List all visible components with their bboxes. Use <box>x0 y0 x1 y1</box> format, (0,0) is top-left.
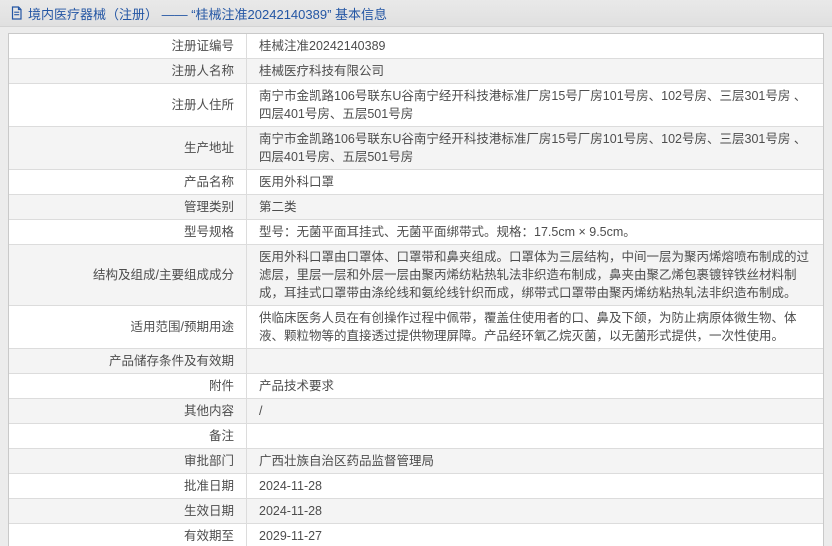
row-value: 2029-11-27 <box>247 524 823 546</box>
row-value: 桂械注准20242140389 <box>247 34 823 58</box>
row-label: 产品储存条件及有效期 <box>9 349 247 373</box>
row-value-text: / <box>259 404 262 418</box>
row-value: 医用外科口罩 <box>247 170 823 194</box>
row-value <box>247 433 823 439</box>
row-value-text: 2024-11-28 <box>259 479 322 493</box>
table-row: 备注 <box>9 424 823 449</box>
row-label-text: 产品名称 <box>184 173 234 191</box>
row-label-text: 结构及组成/主要组成成分 <box>93 266 234 284</box>
row-label: 注册人住所 <box>9 84 247 126</box>
page-header: 境内医疗器械（注册） —— “桂械注准20242140389” 基本信息 <box>0 0 832 27</box>
row-label: 产品名称 <box>9 170 247 194</box>
row-label-text: 备注 <box>209 427 234 445</box>
row-label-text: 生产地址 <box>184 139 234 157</box>
row-value-text: 产品技术要求 <box>259 379 334 393</box>
row-label-text: 适用范围/预期用途 <box>131 318 234 336</box>
table-row: 管理类别 第二类 <box>9 195 823 220</box>
row-label-text: 注册人名称 <box>171 62 234 80</box>
row-value-text: 供临床医务人员在有创操作过程中佩带，覆盖住使用者的口、鼻及下颌，为防止病原体微生… <box>259 311 797 343</box>
row-label-text: 批准日期 <box>184 477 234 495</box>
row-label: 其他内容 <box>9 399 247 423</box>
row-value-text: 2029-11-27 <box>259 529 322 543</box>
table-row: 生效日期 2024-11-28 <box>9 499 823 524</box>
row-label-text: 注册人住所 <box>171 96 234 114</box>
row-value-text: 南宁市金凯路106号联东U谷南宁经开科技港标准厂房15号厂房101号房、102号… <box>259 89 806 121</box>
row-value-text: 型号：无菌平面耳挂式、无菌平面绑带式。规格：17.5cm × 9.5cm。 <box>259 225 636 239</box>
table-row: 产品名称 医用外科口罩 <box>9 170 823 195</box>
row-value: 医用外科口罩由口罩体、口罩带和鼻夹组成。口罩体为三层结构，中间一层为聚丙烯熔喷布… <box>247 245 823 305</box>
row-value-text: 2024-11-28 <box>259 504 322 518</box>
row-label: 型号规格 <box>9 220 247 244</box>
row-value: 2024-11-28 <box>247 474 823 498</box>
row-label: 审批部门 <box>9 449 247 473</box>
row-label: 注册证编号 <box>9 34 247 58</box>
table-row: 适用范围/预期用途 供临床医务人员在有创操作过程中佩带，覆盖住使用者的口、鼻及下… <box>9 306 823 349</box>
row-label: 有效期至 <box>9 524 247 546</box>
table-row: 其他内容 / <box>9 399 823 424</box>
row-value: 2024-11-28 <box>247 499 823 523</box>
row-value-text: 南宁市金凯路106号联东U谷南宁经开科技港标准厂房15号厂房101号房、102号… <box>259 132 806 164</box>
row-value: 型号：无菌平面耳挂式、无菌平面绑带式。规格：17.5cm × 9.5cm。 <box>247 220 823 244</box>
row-label: 备注 <box>9 424 247 448</box>
row-value-text: 桂械医疗科技有限公司 <box>259 64 384 78</box>
table-row: 产品储存条件及有效期 <box>9 349 823 374</box>
page-title: 境内医疗器械（注册） —— “桂械注准20242140389” 基本信息 <box>28 4 387 23</box>
table-row: 附件 产品技术要求 <box>9 374 823 399</box>
row-value: 广西壮族自治区药品监督管理局 <box>247 449 823 473</box>
row-label: 结构及组成/主要组成成分 <box>9 245 247 305</box>
row-label: 管理类别 <box>9 195 247 219</box>
row-value: 第二类 <box>247 195 823 219</box>
row-label-text: 产品储存条件及有效期 <box>109 352 234 370</box>
row-value: 南宁市金凯路106号联东U谷南宁经开科技港标准厂房15号厂房101号房、102号… <box>247 127 823 169</box>
row-label: 注册人名称 <box>9 59 247 83</box>
row-label-text: 生效日期 <box>184 502 234 520</box>
row-value: 桂械医疗科技有限公司 <box>247 59 823 83</box>
row-label-text: 其他内容 <box>184 402 234 420</box>
row-value: 南宁市金凯路106号联东U谷南宁经开科技港标准厂房15号厂房101号房、102号… <box>247 84 823 126</box>
row-value-text: 医用外科口罩 <box>259 175 334 189</box>
table-row: 批准日期 2024-11-28 <box>9 474 823 499</box>
table-row: 生产地址 南宁市金凯路106号联东U谷南宁经开科技港标准厂房15号厂房101号房… <box>9 127 823 170</box>
row-label-text: 有效期至 <box>184 527 234 545</box>
row-value <box>247 358 823 364</box>
row-label-text: 审批部门 <box>184 452 234 470</box>
row-label: 附件 <box>9 374 247 398</box>
table-row: 注册证编号 桂械注准20242140389 <box>9 34 823 59</box>
row-value-text: 桂械注准20242140389 <box>259 39 385 53</box>
row-label-text: 型号规格 <box>184 223 234 241</box>
row-value-text: 广西壮族自治区药品监督管理局 <box>259 454 434 468</box>
table-row: 注册人住所 南宁市金凯路106号联东U谷南宁经开科技港标准厂房15号厂房101号… <box>9 84 823 127</box>
row-value: / <box>247 399 823 423</box>
row-label: 批准日期 <box>9 474 247 498</box>
row-value-text: 医用外科口罩由口罩体、口罩带和鼻夹组成。口罩体为三层结构，中间一层为聚丙烯熔喷布… <box>259 250 809 300</box>
table-row: 审批部门 广西壮族自治区药品监督管理局 <box>9 449 823 474</box>
table-row: 注册人名称 桂械医疗科技有限公司 <box>9 59 823 84</box>
registration-info-page: 境内医疗器械（注册） —— “桂械注准20242140389” 基本信息 注册证… <box>0 0 832 546</box>
row-label: 生效日期 <box>9 499 247 523</box>
table-row: 有效期至 2029-11-27 <box>9 524 823 546</box>
row-label-text: 附件 <box>209 377 234 395</box>
row-value-text: 第二类 <box>259 200 297 214</box>
row-label: 适用范围/预期用途 <box>9 306 247 348</box>
table-row: 型号规格 型号：无菌平面耳挂式、无菌平面绑带式。规格：17.5cm × 9.5c… <box>9 220 823 245</box>
document-icon <box>10 6 23 20</box>
table-row: 结构及组成/主要组成成分 医用外科口罩由口罩体、口罩带和鼻夹组成。口罩体为三层结… <box>9 245 823 306</box>
row-label: 生产地址 <box>9 127 247 169</box>
info-table: 注册证编号 桂械注准20242140389 注册人名称 桂械医疗科技有限公司 <box>8 33 824 546</box>
row-value: 供临床医务人员在有创操作过程中佩带，覆盖住使用者的口、鼻及下颌，为防止病原体微生… <box>247 306 823 348</box>
row-label-text: 注册证编号 <box>171 37 234 55</box>
row-label-text: 管理类别 <box>184 198 234 216</box>
row-value: 产品技术要求 <box>247 374 823 398</box>
